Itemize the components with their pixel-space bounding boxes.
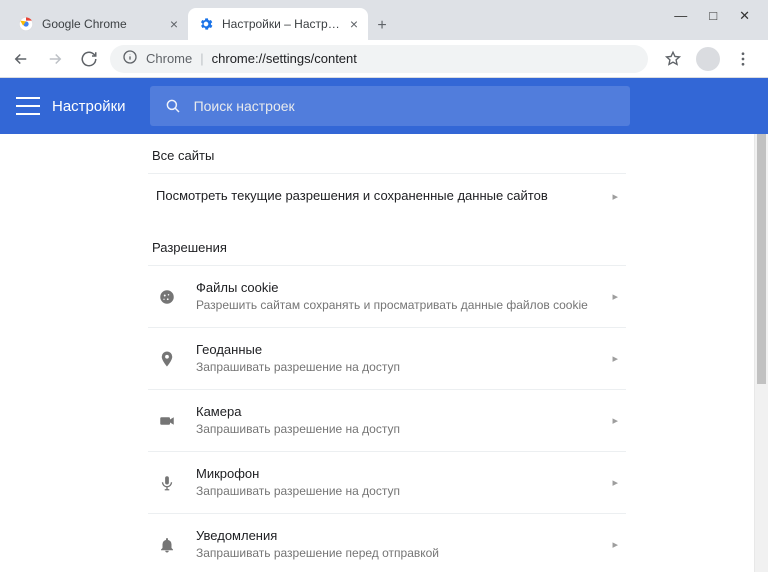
browser-toolbar: Chrome | chrome://settings/content [0, 40, 768, 78]
row-view-site-data[interactable]: Посмотреть текущие разрешения и сохранен… [148, 173, 626, 218]
chevron-right-icon: ▸ [612, 414, 618, 427]
window-maximize[interactable]: □ [709, 9, 717, 22]
page-title: Настройки [52, 98, 126, 115]
menu-hamburger-icon[interactable] [16, 97, 40, 115]
tab-title: Настройки – Настройки сайта [222, 17, 344, 31]
tab-settings-active[interactable]: Настройки – Настройки сайта × [188, 8, 368, 40]
camera-icon [156, 412, 178, 430]
tab-close-icon[interactable]: × [344, 16, 358, 32]
settings-header: Настройки Поиск настроек [0, 78, 768, 134]
tab-title: Google Chrome [42, 17, 164, 31]
perm-title: Камера [196, 403, 612, 421]
window-minimize[interactable]: — [674, 9, 687, 22]
nav-forward-button[interactable] [42, 46, 68, 72]
location-icon [156, 350, 178, 368]
scrollbar[interactable] [754, 134, 768, 572]
microphone-icon [156, 474, 178, 492]
chevron-right-icon: ▸ [612, 290, 618, 303]
perm-sub: Запрашивать разрешение на доступ [196, 421, 612, 438]
nav-back-button[interactable] [8, 46, 34, 72]
section-permissions: Разрешения [148, 218, 626, 265]
new-tab-button[interactable]: + [368, 12, 396, 40]
chevron-right-icon: ▸ [612, 352, 618, 365]
perm-cookies[interactable]: Файлы cookieРазрешить сайтам сохранять и… [148, 265, 626, 327]
perm-sub: Запрашивать разрешение перед отправкой [196, 545, 612, 562]
window-close[interactable]: ✕ [739, 9, 750, 22]
row-title: Посмотреть текущие разрешения и сохранен… [156, 187, 612, 205]
tab-strip: Google Chrome × Настройки – Настройки са… [0, 0, 768, 40]
perm-sub: Запрашивать разрешение на доступ [196, 483, 612, 500]
scrollbar-thumb[interactable] [757, 134, 766, 384]
address-bar[interactable]: Chrome | chrome://settings/content [110, 45, 648, 73]
section-all-sites: Все сайты [148, 134, 626, 173]
search-icon [164, 97, 182, 115]
omnibox-path: chrome://settings/content [212, 51, 357, 66]
perm-title: Файлы cookie [196, 279, 612, 297]
perm-microphone[interactable]: МикрофонЗапрашивать разрешение на доступ… [148, 451, 626, 513]
site-info-icon[interactable] [122, 49, 138, 68]
tab-google-chrome[interactable]: Google Chrome × [8, 8, 188, 40]
browser-menu-icon[interactable] [730, 46, 756, 72]
bell-icon [156, 536, 178, 554]
chevron-right-icon: ▸ [612, 190, 618, 203]
bookmark-star-icon[interactable] [660, 46, 686, 72]
perm-sub: Разрешить сайтам сохранять и просматрива… [196, 297, 612, 314]
perm-sub: Запрашивать разрешение на доступ [196, 359, 612, 376]
perm-location[interactable]: ГеоданныеЗапрашивать разрешение на досту… [148, 327, 626, 389]
omnibox-scheme: Chrome [146, 51, 192, 66]
omnibox-divider: | [200, 51, 203, 66]
perm-title: Геоданные [196, 341, 612, 359]
settings-favicon-icon [198, 16, 214, 32]
window-controls: — □ ✕ [674, 0, 768, 30]
settings-search-input[interactable]: Поиск настроек [150, 86, 630, 126]
chevron-right-icon: ▸ [612, 476, 618, 489]
perm-camera[interactable]: КамераЗапрашивать разрешение на доступ ▸ [148, 389, 626, 451]
tab-close-icon[interactable]: × [164, 16, 178, 32]
chrome-favicon-icon [18, 16, 34, 32]
cookie-icon [156, 288, 178, 306]
profile-avatar[interactable] [696, 47, 720, 71]
search-placeholder: Поиск настроек [194, 98, 295, 114]
nav-reload-button[interactable] [76, 46, 102, 72]
chevron-right-icon: ▸ [612, 538, 618, 551]
perm-title: Уведомления [196, 527, 612, 545]
perm-title: Микрофон [196, 465, 612, 483]
settings-content: Все сайты Посмотреть текущие разрешения … [0, 134, 768, 572]
perm-notifications[interactable]: УведомленияЗапрашивать разрешение перед … [148, 513, 626, 572]
